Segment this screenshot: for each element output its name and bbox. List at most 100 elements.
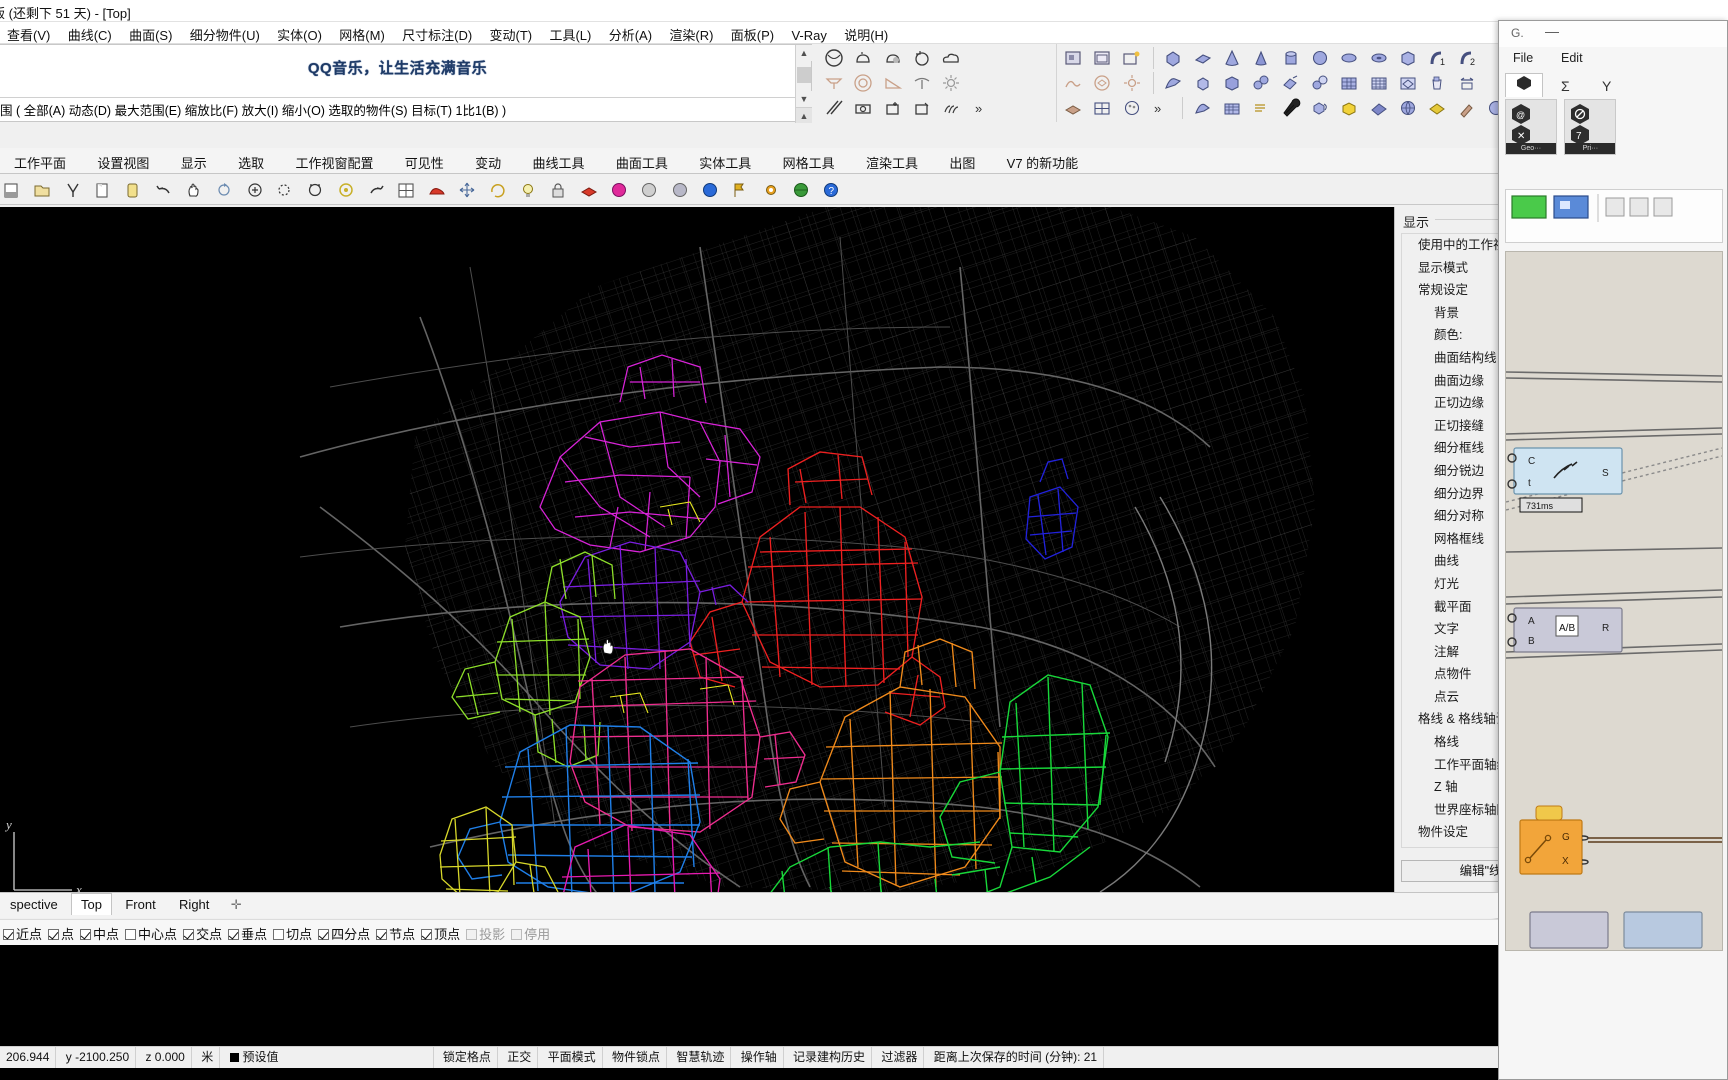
render-toolbar-row-3[interactable]: » xyxy=(822,96,995,120)
checkbox-icon[interactable] xyxy=(183,929,195,940)
view-render-icon[interactable] xyxy=(1120,46,1144,70)
menu-item-6[interactable]: 尺寸标注(D) xyxy=(395,22,479,43)
osnap-toggle[interactable]: 近点 xyxy=(0,920,45,945)
status-toggle-grid-snap[interactable]: 锁定格点 xyxy=(437,1047,498,1068)
scroll-down-icon[interactable]: ▼ xyxy=(796,91,812,107)
tab-2[interactable]: 显示 xyxy=(167,148,221,173)
viewport-layout-icon[interactable] xyxy=(394,178,418,202)
cone-icon[interactable] xyxy=(1220,46,1244,70)
tab-5[interactable]: 可见性 xyxy=(391,148,458,173)
brush-icon[interactable] xyxy=(1455,96,1479,120)
grasshopper-menu-bar[interactable]: File Edit xyxy=(1499,47,1727,71)
paint-bucket-icon[interactable] xyxy=(1425,71,1449,95)
sweep-icon[interactable] xyxy=(1191,96,1215,120)
fog-icon[interactable] xyxy=(939,96,963,120)
zoom-target-icon[interactable] xyxy=(334,178,358,202)
viewport-tab-top[interactable]: Top xyxy=(71,893,113,915)
undo-icon[interactable] xyxy=(152,178,176,202)
box-corner-icon[interactable] xyxy=(1191,71,1215,95)
osnap-toggle[interactable]: 点 xyxy=(45,920,77,945)
solid-toolbar-row-3[interactable]: » xyxy=(1061,96,1510,120)
web-globe-icon[interactable] xyxy=(789,178,813,202)
status-toggle-history[interactable]: 记录建构历史 xyxy=(787,1047,873,1068)
menu-item-4[interactable]: 实体(O) xyxy=(270,22,329,43)
redo-icon[interactable] xyxy=(364,178,388,202)
mesh-plane-icon[interactable] xyxy=(1220,96,1244,120)
zoom-window-icon[interactable] xyxy=(273,178,297,202)
solid-toolbar-row-1[interactable]: 1 2 xyxy=(1061,46,1481,70)
osnap-toggle[interactable]: 停用 xyxy=(508,920,553,945)
checkbox-icon[interactable] xyxy=(273,929,285,940)
viewport-tab-perspective[interactable]: spective xyxy=(0,893,68,916)
gh-group-primitive[interactable]: 7 Pri··· xyxy=(1564,99,1617,155)
checkbox-icon[interactable] xyxy=(466,929,478,940)
gh-tab-params[interactable] xyxy=(1505,73,1543,97)
osnap-toggle[interactable]: 切点 xyxy=(270,920,315,945)
status-toggle-filter[interactable]: 过滤器 xyxy=(875,1047,925,1068)
clipboard-icon[interactable] xyxy=(121,178,145,202)
status-toggle-gumball[interactable]: 操作轴 xyxy=(735,1047,784,1068)
plane-surface-icon[interactable] xyxy=(1191,46,1215,70)
yellow-box-icon[interactable] xyxy=(1337,96,1361,120)
sphere-blue-icon[interactable] xyxy=(698,178,722,202)
spotlight-icon[interactable] xyxy=(822,71,846,95)
more2-chevron-icon[interactable]: » xyxy=(1149,96,1173,120)
menu-item-0[interactable]: 查看(V) xyxy=(0,22,57,43)
grid-view-icon[interactable] xyxy=(1090,96,1114,120)
boolean-union-icon[interactable] xyxy=(1249,71,1273,95)
transform-box-icon[interactable] xyxy=(1308,96,1332,120)
menu-bar[interactable]: 查看(V) 曲线(C) 曲面(S) 细分物件(U) 实体(O) 网格(M) 尺寸… xyxy=(0,22,1728,44)
extrude-curve-icon[interactable] xyxy=(1161,71,1185,95)
osnap-toggle[interactable]: 节点 xyxy=(373,920,418,945)
sphere-render-icon[interactable] xyxy=(822,46,846,70)
camera-icon[interactable] xyxy=(851,96,875,120)
status-bar[interactable]: 206.944 y -2100.250 z 0.000 米 预设值 锁定格点 正… xyxy=(0,1046,1498,1068)
osnap-toggle[interactable]: 四分点 xyxy=(315,920,373,945)
osnap-toggle[interactable]: 中点 xyxy=(77,920,122,945)
tab-11[interactable]: 渲染工具 xyxy=(852,148,932,173)
grasshopper-title-bar[interactable]: G. — xyxy=(1499,21,1727,47)
render-lines-icon[interactable] xyxy=(822,96,846,120)
view-sun-icon[interactable] xyxy=(1120,71,1144,95)
view-shaded-icon[interactable] xyxy=(1061,46,1085,70)
command-area[interactable]: QQ音乐，让生活充满音乐 围 ( 全部(A) 动态(D) 最大范围(E) 缩放比… xyxy=(0,44,812,123)
control-points-icon[interactable] xyxy=(1396,71,1420,95)
sphere-icon[interactable] xyxy=(1308,46,1332,70)
gh-pri-slash-icon[interactable] xyxy=(1569,103,1591,125)
lock-icon[interactable] xyxy=(546,178,570,202)
render-red-icon[interactable] xyxy=(425,178,449,202)
status-layer[interactable]: 预设值 xyxy=(224,1047,434,1068)
grasshopper-component-groups[interactable]: @ ✕ Geo··· 7 Pri··· xyxy=(1505,99,1620,158)
gh-geo-at-icon[interactable]: @ xyxy=(1510,103,1532,125)
menu-item-11[interactable]: 面板(P) xyxy=(724,22,781,43)
tab-3[interactable]: 选取 xyxy=(224,148,278,173)
menu-item-5[interactable]: 网格(M) xyxy=(332,22,392,43)
menu-item-1[interactable]: 曲线(C) xyxy=(61,22,119,43)
rotate-view-icon[interactable] xyxy=(212,178,236,202)
menu-item-12[interactable]: V-Ray xyxy=(784,25,833,43)
checkbox-icon[interactable] xyxy=(125,929,137,940)
object-snap-bar[interactable]: 近点 点 中点 中心点 交点 垂点 切点 四分点 节点 顶点 投影 停用 xyxy=(0,919,1498,945)
move-icon[interactable] xyxy=(455,178,479,202)
view-window-icon[interactable] xyxy=(1090,46,1114,70)
box-add-icon[interactable] xyxy=(881,96,905,120)
view-shade2-icon[interactable] xyxy=(1061,71,1085,95)
osnap-toggle[interactable]: 顶点 xyxy=(418,920,463,945)
new-file-icon[interactable] xyxy=(0,178,24,202)
zoom-selected-icon[interactable] xyxy=(303,178,327,202)
checkbox-icon[interactable] xyxy=(421,929,433,940)
gh-tab-maths[interactable]: Σ xyxy=(1546,74,1584,98)
tab-6[interactable]: 变动 xyxy=(461,148,515,173)
tab-12[interactable]: 出图 xyxy=(935,148,989,173)
scroll-extra-icon[interactable]: ▲ xyxy=(796,107,812,123)
cylinder-icon[interactable] xyxy=(1279,46,1303,70)
minimize-icon[interactable]: — xyxy=(1545,23,1559,39)
menu-item-2[interactable]: 曲面(S) xyxy=(122,22,179,43)
scroll-up-icon[interactable]: ▲ xyxy=(796,45,812,61)
palette-hand-icon[interactable] xyxy=(1120,96,1144,120)
material-icon[interactable] xyxy=(1425,96,1449,120)
checkbox-icon[interactable] xyxy=(318,929,330,940)
solid-box-icon[interactable] xyxy=(1396,46,1420,70)
scrollbar-thumb[interactable] xyxy=(797,67,811,83)
add-viewport-icon[interactable]: ✛ xyxy=(223,893,250,917)
